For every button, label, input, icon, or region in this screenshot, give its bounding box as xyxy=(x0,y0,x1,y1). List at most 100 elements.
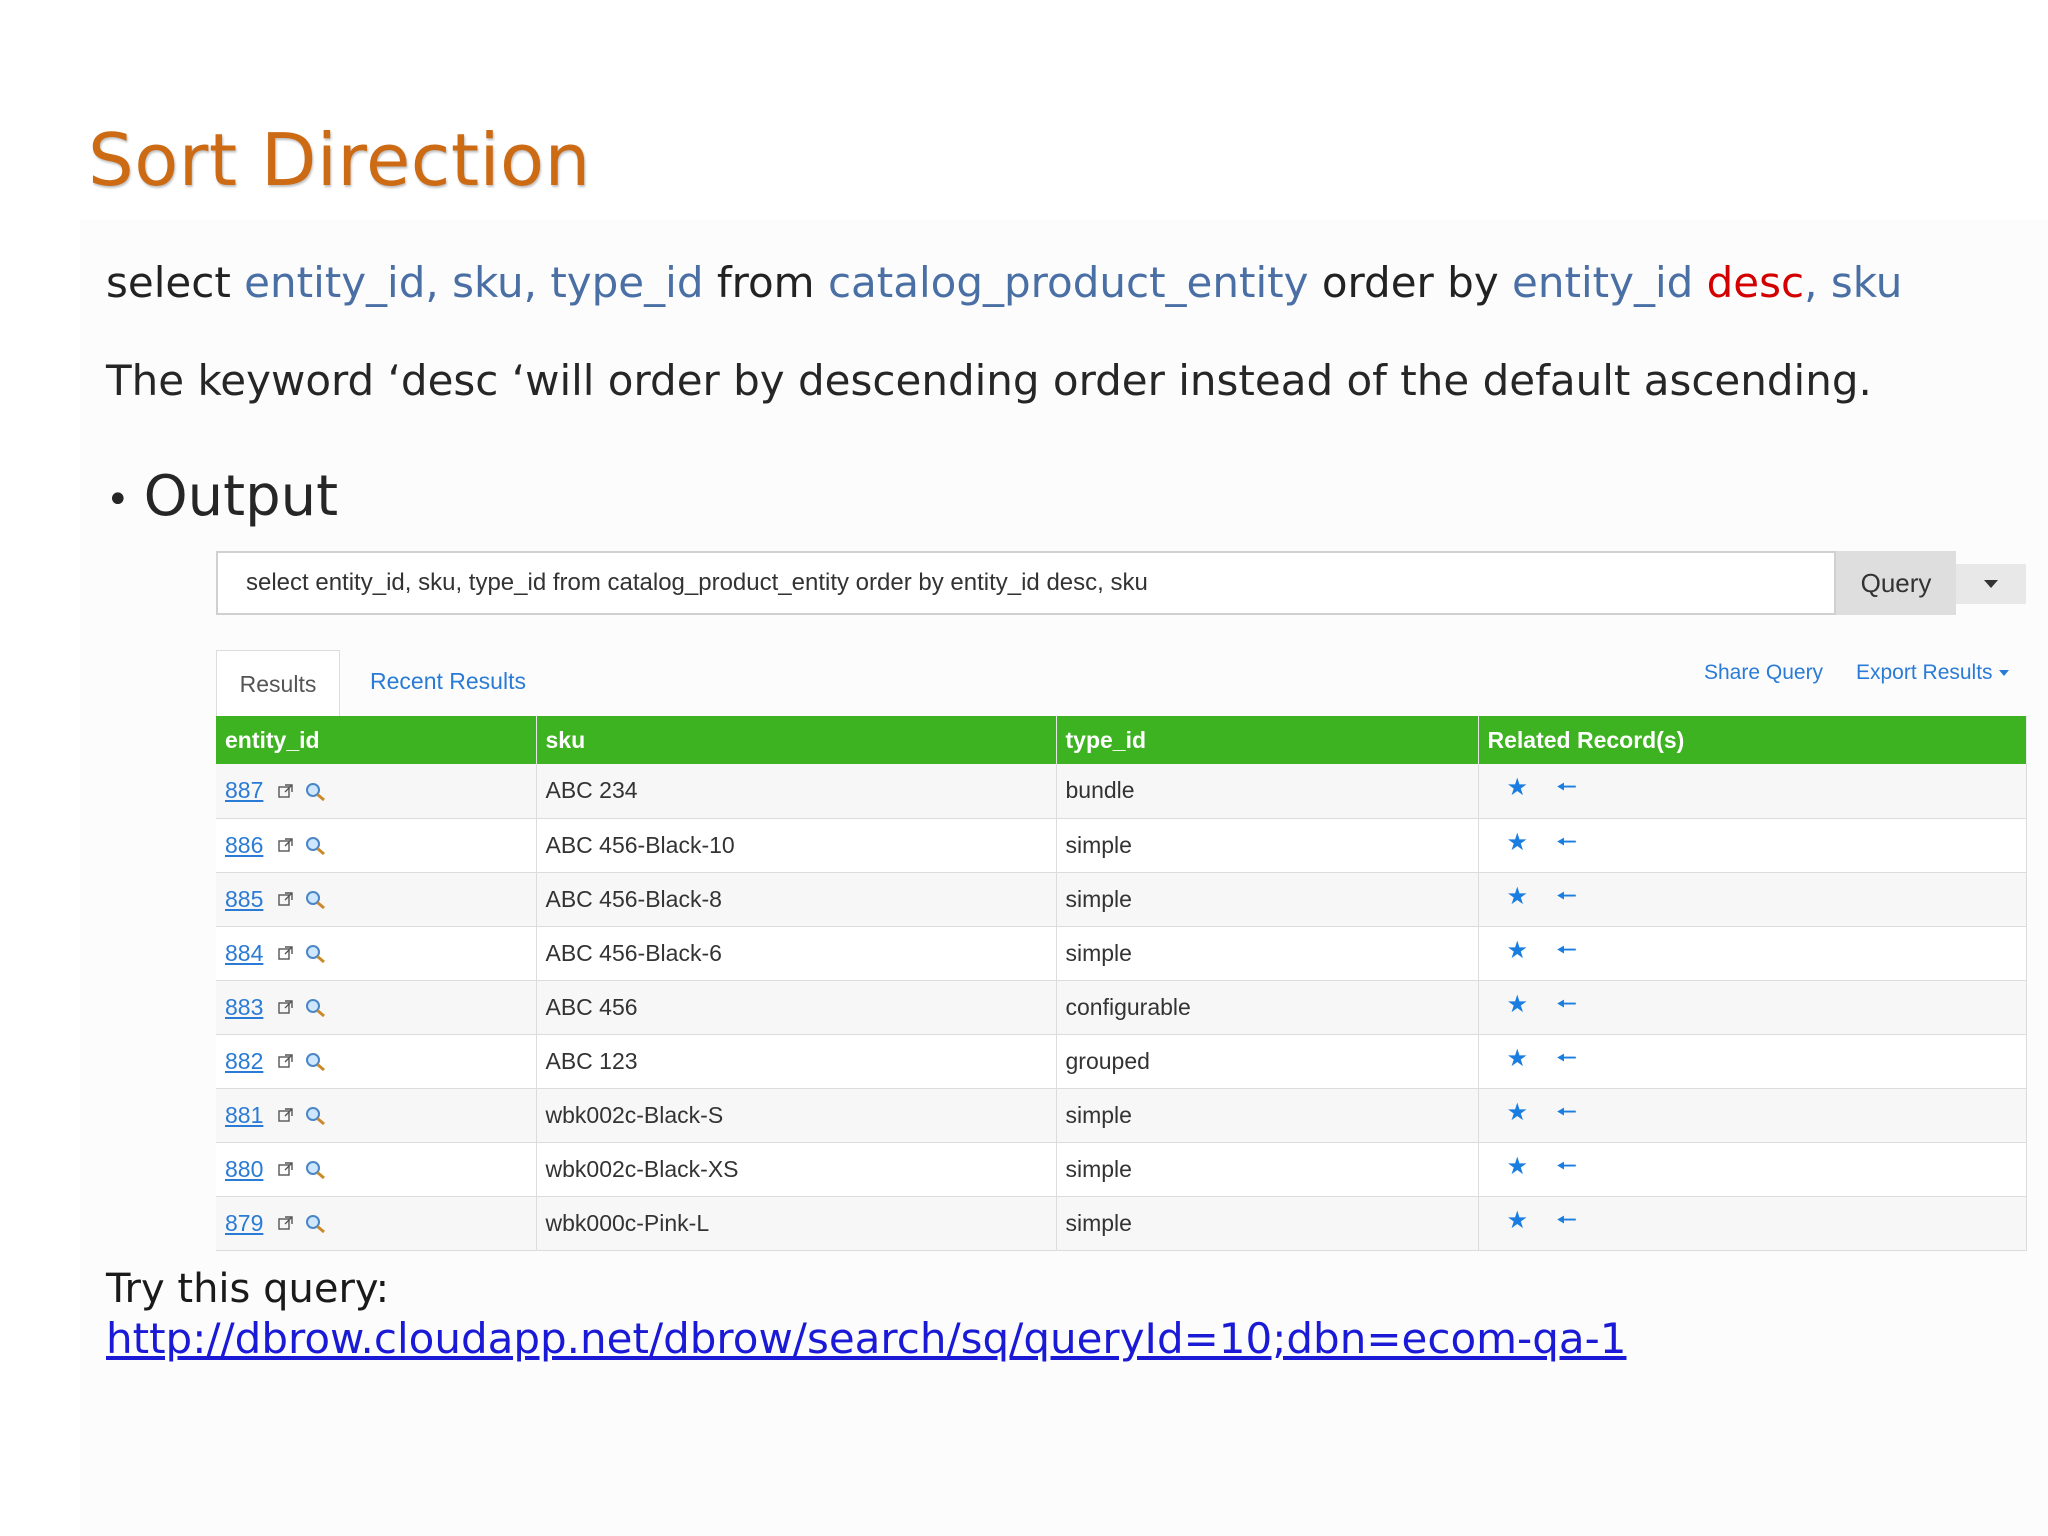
entity-id-cell: 881 xyxy=(216,1088,537,1143)
caret-down-icon xyxy=(1998,670,2009,676)
table-row: 885 ABC 456-Black-8 simple ★ 🠔 xyxy=(216,872,2027,927)
magnifier-icon[interactable] xyxy=(305,1106,327,1126)
tab-recent-results[interactable]: Recent Results xyxy=(370,668,526,695)
star-icon[interactable]: ★ xyxy=(1507,1045,1529,1072)
sql-table-name: catalog_product_entity xyxy=(827,258,1309,307)
star-icon[interactable]: ★ xyxy=(1507,829,1529,856)
results-table: entity_id sku type_id Related Record(s) … xyxy=(216,716,2027,1251)
magnifier-icon[interactable] xyxy=(305,1214,327,1234)
entity-id-link[interactable]: 879 xyxy=(225,1210,263,1236)
left-arrow-icon[interactable]: 🠔 xyxy=(1556,829,1577,856)
entity-id-link[interactable]: 881 xyxy=(225,1102,263,1128)
external-link-icon[interactable] xyxy=(277,1214,295,1232)
left-arrow-icon[interactable]: 🠔 xyxy=(1556,1045,1577,1072)
sql-separator: , xyxy=(1804,258,1831,307)
external-link-icon[interactable] xyxy=(277,836,295,854)
sql-order-column: entity_id xyxy=(1512,258,1694,307)
output-label: Output xyxy=(143,464,339,529)
query-button[interactable]: Query xyxy=(1836,551,1956,615)
left-arrow-icon[interactable]: 🠔 xyxy=(1556,991,1577,1018)
star-icon[interactable]: ★ xyxy=(1507,991,1529,1018)
type-id-cell: simple xyxy=(1056,818,1479,873)
table-row: 886 ABC 456-Black-10 simple ★ 🠔 xyxy=(216,818,2027,873)
entity-id-link[interactable]: 885 xyxy=(225,886,263,912)
sku-cell: ABC 234 xyxy=(536,764,1057,819)
sku-cell: ABC 456-Black-8 xyxy=(536,872,1057,927)
entity-id-cell: 884 xyxy=(216,926,537,981)
table-row: 881 wbk002c-Black-S simple ★ 🠔 xyxy=(216,1088,2027,1143)
left-arrow-icon[interactable]: 🠔 xyxy=(1556,1099,1577,1126)
share-query-link[interactable]: Share Query xyxy=(1704,661,1823,685)
column-header-entity-id[interactable]: entity_id xyxy=(216,716,537,764)
entity-id-cell: 883 xyxy=(216,980,537,1035)
table-row: 879 wbk000c-Pink-L simple ★ 🠔 xyxy=(216,1196,2027,1251)
sql-select-keyword: select xyxy=(106,258,245,307)
related-records-cell: ★ 🠔 xyxy=(1478,1088,2027,1143)
external-link-icon[interactable] xyxy=(277,944,295,962)
column-header-type-id[interactable]: type_id xyxy=(1056,716,1479,764)
type-id-cell: grouped xyxy=(1056,1034,1479,1089)
column-header-related-records: Related Record(s) xyxy=(1478,716,2027,764)
column-header-sku[interactable]: sku xyxy=(536,716,1057,764)
star-icon[interactable]: ★ xyxy=(1507,1153,1529,1180)
external-link-icon[interactable] xyxy=(277,890,295,908)
external-link-icon[interactable] xyxy=(277,782,295,800)
external-link-icon[interactable] xyxy=(277,998,295,1016)
magnifier-icon[interactable] xyxy=(305,890,327,910)
magnifier-icon[interactable] xyxy=(305,1160,327,1180)
table-row: 880 wbk002c-Black-XS simple ★ 🠔 xyxy=(216,1142,2027,1197)
entity-id-link[interactable]: 882 xyxy=(225,1048,263,1074)
type-id-cell: simple xyxy=(1056,872,1479,927)
entity-id-link[interactable]: 883 xyxy=(225,994,263,1020)
left-arrow-icon[interactable]: 🠔 xyxy=(1556,1207,1577,1234)
type-id-cell: simple xyxy=(1056,1196,1479,1251)
external-link-icon[interactable] xyxy=(277,1160,295,1178)
tab-results[interactable]: Results xyxy=(216,650,340,718)
related-records-cell: ★ 🠔 xyxy=(1478,1142,2027,1197)
related-records-cell: ★ 🠔 xyxy=(1478,980,2027,1035)
sku-cell: ABC 456-Black-10 xyxy=(536,818,1057,873)
external-link-icon[interactable] xyxy=(277,1106,295,1124)
caret-down-icon xyxy=(1984,580,1998,588)
sql-columns: entity_id, sku, type_id xyxy=(244,258,704,307)
entity-id-cell: 882 xyxy=(216,1034,537,1089)
star-icon[interactable]: ★ xyxy=(1507,1207,1529,1234)
related-records-cell: ★ 🠔 xyxy=(1478,1196,2027,1251)
sku-cell: wbk002c-Black-S xyxy=(536,1088,1057,1143)
magnifier-icon[interactable] xyxy=(305,944,327,964)
type-id-cell: simple xyxy=(1056,1142,1479,1197)
bullet-dot-icon: • xyxy=(106,476,130,523)
entity-id-link[interactable]: 886 xyxy=(225,832,263,858)
entity-id-link[interactable]: 880 xyxy=(225,1156,263,1182)
left-arrow-icon[interactable]: 🠔 xyxy=(1556,883,1577,910)
related-records-cell: ★ 🠔 xyxy=(1478,872,2027,927)
magnifier-icon[interactable] xyxy=(305,1052,327,1072)
table-row: 883 ABC 456 configurable ★ 🠔 xyxy=(216,980,2027,1035)
sql-order-column-2: sku xyxy=(1830,258,1903,307)
star-icon[interactable]: ★ xyxy=(1507,774,1529,801)
sql-from-keyword: from xyxy=(703,258,828,307)
magnifier-icon[interactable] xyxy=(305,998,327,1018)
entity-id-cell: 887 xyxy=(216,764,537,819)
related-records-cell: ★ 🠔 xyxy=(1478,818,2027,873)
sku-cell: wbk002c-Black-XS xyxy=(536,1142,1057,1197)
left-arrow-icon[interactable]: 🠔 xyxy=(1556,1153,1577,1180)
left-arrow-icon[interactable]: 🠔 xyxy=(1556,937,1577,964)
external-link-icon[interactable] xyxy=(277,1052,295,1070)
query-dropdown-toggle[interactable] xyxy=(1956,564,2026,604)
try-query-link[interactable]: http://dbrow.cloudapp.net/dbrow/search/s… xyxy=(106,1314,1627,1363)
query-input[interactable] xyxy=(218,553,1834,613)
table-row: 887 ABC 234 bundle ★ 🠔 xyxy=(216,764,2027,819)
slide-title: Sort Direction xyxy=(88,118,591,202)
magnifier-icon[interactable] xyxy=(305,836,327,856)
export-results-dropdown[interactable]: Export Results xyxy=(1856,661,2009,685)
query-bar xyxy=(216,551,1836,615)
sql-desc-keyword: desc xyxy=(1693,258,1805,307)
magnifier-icon[interactable] xyxy=(305,782,327,802)
entity-id-link[interactable]: 884 xyxy=(225,940,263,966)
left-arrow-icon[interactable]: 🠔 xyxy=(1556,774,1577,801)
star-icon[interactable]: ★ xyxy=(1507,937,1529,964)
entity-id-link[interactable]: 887 xyxy=(225,777,263,803)
star-icon[interactable]: ★ xyxy=(1507,883,1529,910)
star-icon[interactable]: ★ xyxy=(1507,1099,1529,1126)
